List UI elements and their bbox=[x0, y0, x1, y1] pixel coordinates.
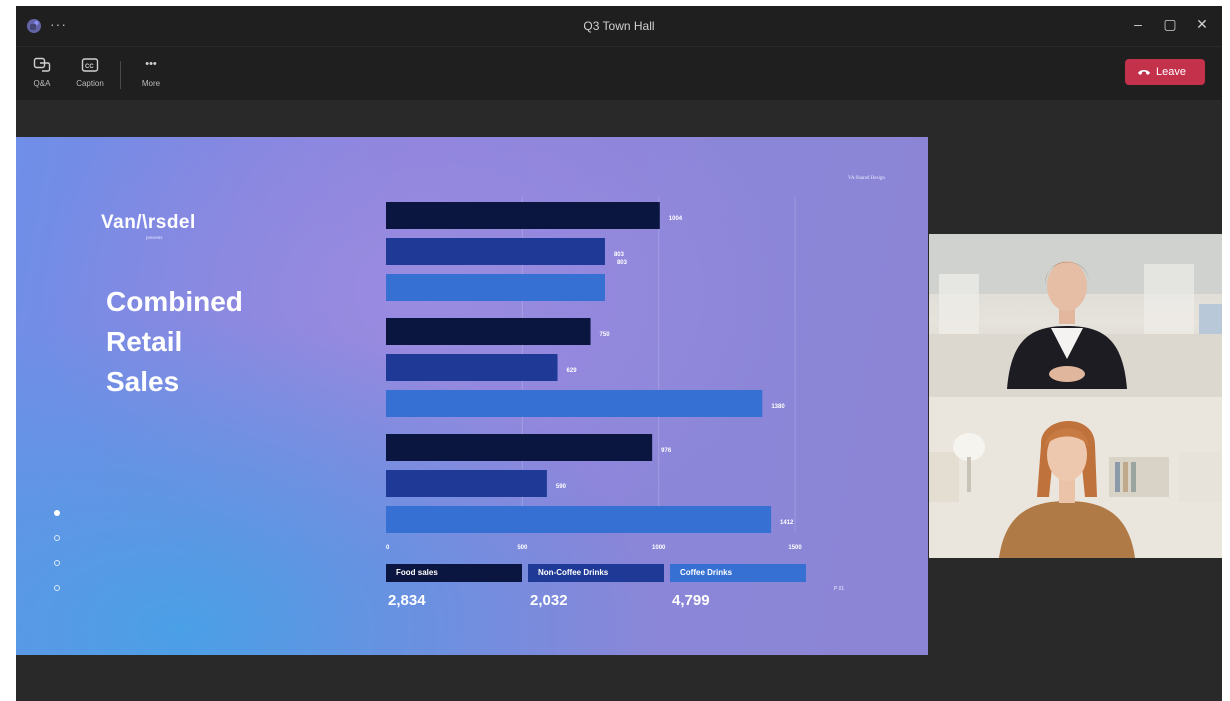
more-button[interactable]: ••• More bbox=[129, 57, 173, 88]
slide-pager-dot[interactable] bbox=[54, 510, 60, 516]
more-label: More bbox=[141, 79, 161, 88]
minimize-button[interactable]: – bbox=[1128, 16, 1148, 32]
headline-line: Retail bbox=[106, 326, 183, 357]
bar-value-label: 590 bbox=[556, 484, 567, 490]
legend-food-sales: Food sales bbox=[386, 564, 522, 582]
total-non-coffee-drinks: 2,032 bbox=[530, 592, 568, 609]
headline-line: Combined bbox=[106, 286, 243, 317]
close-button[interactable]: ✕ bbox=[1192, 16, 1212, 33]
legend-non-coffee-drinks: Non-Coffee Drinks bbox=[528, 564, 664, 582]
caption-button[interactable]: CC Caption bbox=[68, 57, 112, 88]
teams-meeting-window: ··· Q3 Town Hall – ▢ ✕ Q&A CC Caption ••… bbox=[16, 6, 1222, 701]
total-food-sales: 2,834 bbox=[388, 592, 426, 609]
maximize-button[interactable]: ▢ bbox=[1160, 16, 1180, 33]
participant-video-woman-in-blazer bbox=[929, 234, 1222, 397]
bar-non-coffee-drinks bbox=[386, 238, 605, 265]
total-coffee-drinks: 4,799 bbox=[672, 592, 710, 609]
bar-value-label: 1004 bbox=[669, 216, 683, 222]
bar-food-sales bbox=[386, 202, 660, 229]
slide-page-number: P 01 bbox=[834, 586, 845, 592]
meeting-title: Q3 Town Hall bbox=[583, 19, 655, 33]
bar-coffee-drinks bbox=[386, 274, 605, 301]
bar-non-coffee-drinks bbox=[386, 470, 547, 497]
headline-line: Sales bbox=[106, 366, 180, 397]
title-bar: ··· Q3 Town Hall – ▢ ✕ bbox=[16, 6, 1222, 46]
participant-video-tile[interactable] bbox=[929, 397, 1222, 558]
brand-logo: Van/\rsdel bbox=[101, 212, 196, 233]
participant-video-woman-in-brown-top bbox=[929, 397, 1222, 558]
qa-button[interactable]: Q&A bbox=[20, 57, 64, 88]
qa-icon bbox=[33, 57, 51, 72]
qa-label: Q&A bbox=[33, 79, 51, 88]
leave-button[interactable]: Leave bbox=[1125, 59, 1205, 85]
design-credit: VA Shared Design bbox=[848, 176, 885, 181]
x-tick-label: 0 bbox=[386, 545, 390, 551]
leave-label: Leave bbox=[1156, 66, 1186, 78]
bar-value-label: 629 bbox=[567, 368, 578, 374]
bar-value-label: 803 bbox=[614, 252, 625, 258]
x-tick-label: 1000 bbox=[652, 545, 666, 551]
slide-pager-dot[interactable] bbox=[54, 560, 60, 566]
bar-value-label: 1412 bbox=[780, 520, 794, 526]
x-tick-label: 500 bbox=[517, 545, 528, 551]
x-tick-label: 1500 bbox=[788, 545, 802, 551]
slide-pager-dot[interactable] bbox=[54, 585, 60, 591]
slide-headline: Combined Retail Sales bbox=[106, 282, 243, 402]
closed-caption-icon: CC bbox=[81, 58, 99, 72]
svg-text:CC: CC bbox=[85, 64, 94, 70]
legend-coffee-drinks: Coffee Drinks bbox=[670, 564, 806, 582]
slide-pager-dot[interactable] bbox=[54, 535, 60, 541]
toolbar-divider bbox=[120, 61, 121, 89]
bar-non-coffee-drinks bbox=[386, 354, 558, 381]
bar-value-label: 750 bbox=[600, 332, 611, 338]
meeting-toolbar: Q&A CC Caption ••• More Leave bbox=[16, 46, 1222, 100]
bar-food-sales bbox=[386, 434, 653, 461]
presents-caption: presents bbox=[146, 236, 163, 241]
participant-video-tile[interactable] bbox=[929, 234, 1222, 397]
shared-presentation-slide: Van/\rsdel presents Combined Retail Sale… bbox=[16, 137, 928, 655]
bar-value-label: 1380 bbox=[771, 404, 785, 410]
bar-coffee-drinks bbox=[386, 506, 772, 533]
more-icon: ••• bbox=[145, 58, 157, 70]
hang-up-icon bbox=[1138, 70, 1150, 75]
caption-label: Caption bbox=[76, 79, 104, 88]
bar-coffee-drinks bbox=[386, 390, 763, 417]
bar-food-sales bbox=[386, 318, 591, 345]
bar-value-label: 976 bbox=[661, 448, 672, 454]
sales-bar-chart: 1004 803 803 750 629 1380 976 590 1412 0 500 1000 15… bbox=[386, 197, 802, 551]
bar-value-label: 803 bbox=[617, 260, 628, 266]
